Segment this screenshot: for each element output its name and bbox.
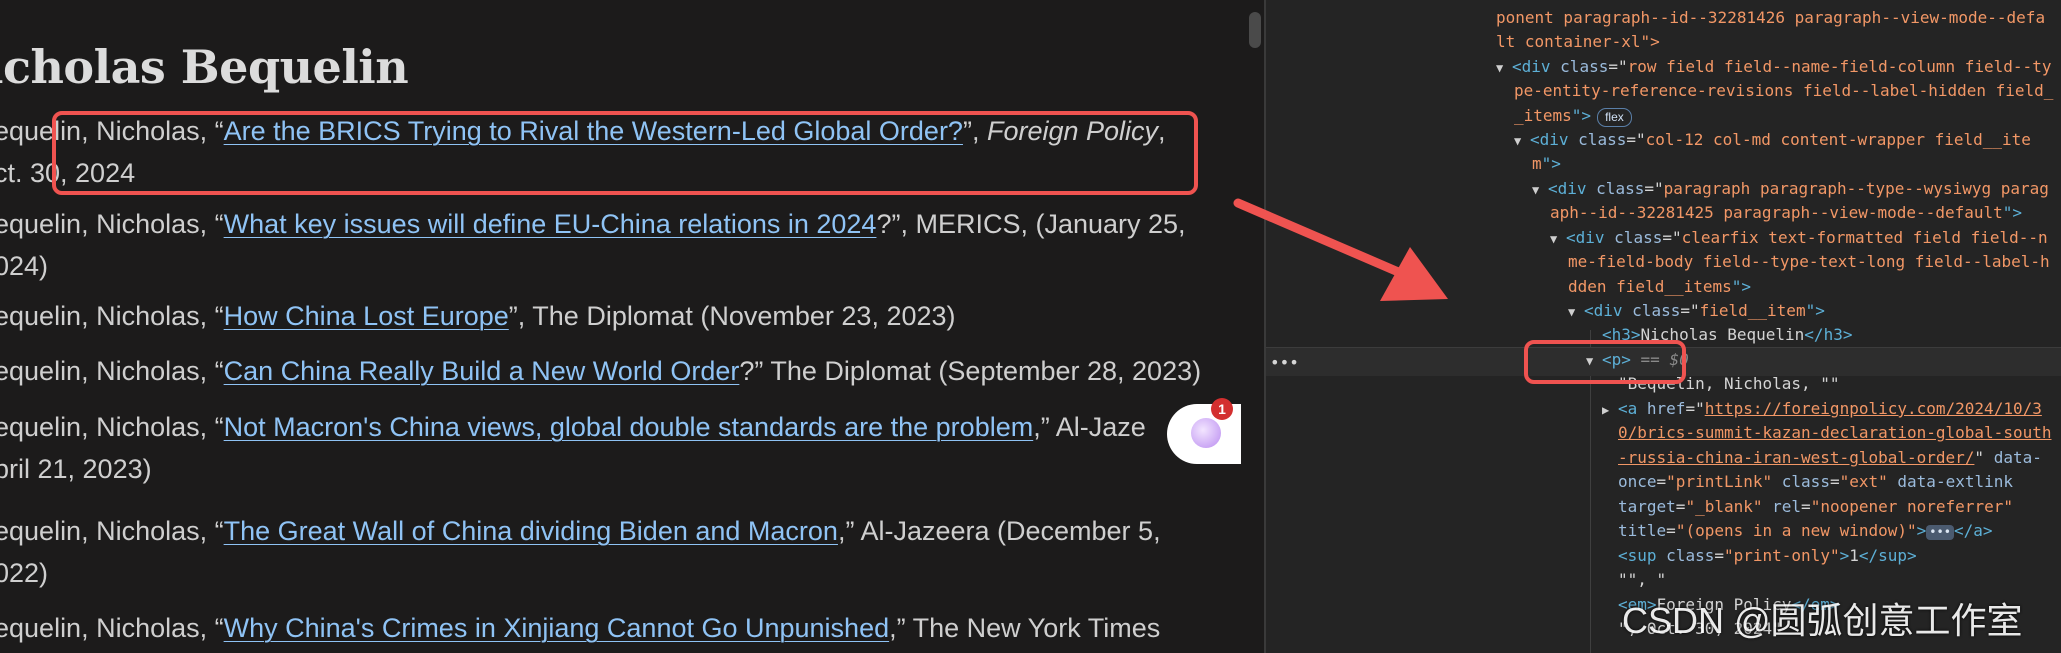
entry-suffix: ?” The Diplomat (September 28, 2023) (739, 356, 1202, 386)
entry-author: equelin, Nicholas, “ (0, 301, 224, 331)
dom-node-col-div[interactable]: ▼ <div class="col-12 col-md content-wrapp… (1514, 128, 2031, 154)
assistant-widget[interactable]: 1 (1167, 398, 1241, 464)
article-link[interactable]: Why China's Crimes in Xinjiang Cannot Go… (224, 613, 889, 643)
article-link[interactable]: Can China Really Build a New World Order (224, 356, 740, 386)
expand-triangle-icon[interactable]: ▼ (1496, 56, 1512, 81)
highlight-box (1524, 340, 1686, 384)
lightbulb-icon (1191, 418, 1221, 448)
dom-text-node[interactable]: "", " (1618, 568, 1666, 593)
annotation-arrow-icon (1233, 198, 1448, 301)
dom-line[interactable]: _items"> flex (1514, 104, 1632, 129)
entry-author: equelin, Nicholas, “ (0, 516, 224, 546)
dom-line[interactable]: once="printLink" class="ext" data-extlin… (1618, 470, 2013, 495)
dom-line[interactable]: lt container-xl"> (1496, 30, 1660, 55)
page-title: icholas Bequelin (0, 40, 409, 94)
entry-suffix: ”, The Diplomat (November 23, 2023) (508, 301, 956, 331)
dom-line[interactable]: -russia-china-iran-west-global-order/" d… (1618, 446, 2042, 471)
page-scrollbar[interactable] (1246, 0, 1264, 653)
entry-date: pril 21, 2023) (0, 454, 152, 484)
list-item: equelin, Nicholas, “What key issues will… (0, 203, 1234, 287)
dom-line[interactable]: ponent paragraph--id--32281426 paragraph… (1496, 6, 2045, 31)
ellipsis-badge[interactable]: ••• (1926, 525, 1954, 540)
entry-date: 024) (0, 251, 49, 281)
list-item: equelin, Nicholas, “Why China's Crimes i… (0, 607, 1234, 649)
article-link[interactable]: The Great Wall of China dividing Biden a… (224, 516, 838, 546)
rendered-page: icholas Bequelin equelin, Nicholas, “Are… (0, 0, 1242, 653)
dom-line[interactable]: me-field-body field--type-text-long fiel… (1568, 250, 2050, 275)
list-item: equelin, Nicholas, “The Great Wall of Ch… (0, 510, 1234, 594)
dom-node-a[interactable]: ▶ <a href="https://foreignpolicy.com/2024… (1602, 397, 2042, 423)
dom-node-sup[interactable]: <sup class="print-only">1</sup> (1618, 544, 1917, 569)
dom-line[interactable]: dden field__items"> (1568, 275, 1751, 300)
entry-suffix: ,” The New York Times (889, 613, 1161, 643)
entry-suffix: ,” Al-Jazeera (December 5, (837, 516, 1161, 546)
expand-triangle-icon[interactable]: ▼ (1532, 178, 1548, 203)
expand-triangle-icon[interactable]: ▼ (1568, 300, 1584, 325)
entry-date: 022) (0, 558, 49, 588)
dom-line[interactable]: pe-entity-reference-revisions field--lab… (1514, 79, 2053, 104)
list-item: equelin, Nicholas, “Not Macron's China v… (0, 406, 1234, 490)
dom-node-field-item[interactable]: ▼ <div class="field__item"> (1568, 299, 1825, 325)
article-link[interactable]: What key issues will define EU-China rel… (224, 209, 877, 239)
expand-triangle-icon[interactable]: ▼ (1550, 227, 1566, 252)
watermark: CSDN @圆弧创意工作室 (1622, 600, 2023, 641)
entry-author: equelin, Nicholas, “ (0, 356, 224, 386)
more-options-icon[interactable]: ••• (1270, 351, 1299, 376)
scrollbar-thumb[interactable] (1249, 12, 1261, 48)
list-item: equelin, Nicholas, “Can China Really Bui… (0, 350, 1234, 392)
flex-badge[interactable]: flex (1597, 108, 1632, 127)
article-link[interactable]: Not Macron's China views, global double … (224, 412, 1034, 442)
dom-line[interactable]: target="_blank" rel="noopener noreferrer… (1618, 495, 2013, 520)
entry-suffix: ?”, MERICS, (January 25, (876, 209, 1186, 239)
collapse-triangle-icon[interactable]: ▶ (1602, 398, 1618, 423)
devtools-elements-panel: ••• ponent paragraph--id--32281426 parag… (1266, 0, 2061, 653)
entry-author: equelin, Nicholas, “ (0, 209, 224, 239)
dom-line[interactable]: aph--id--32281425 paragraph--view-mode--… (1550, 201, 2022, 226)
list-item: equelin, Nicholas, “How China Lost Europ… (0, 295, 1234, 337)
entry-author: equelin, Nicholas, “ (0, 412, 224, 442)
highlight-box (52, 111, 1198, 195)
dom-line[interactable]: m"> (1532, 152, 1561, 177)
entry-author: equelin, Nicholas, “ (0, 613, 224, 643)
expand-triangle-icon[interactable]: ▼ (1514, 129, 1530, 154)
notification-badge: 1 (1211, 398, 1233, 420)
dom-line[interactable]: title="(opens in a new window)"> ••• </a> (1618, 519, 1993, 544)
dom-node-row-div[interactable]: ▼ <div class="row field field--name-field… (1496, 55, 2051, 81)
dom-node-paragraph-div[interactable]: ▼ <div class="paragraph paragraph--type--… (1532, 177, 2049, 203)
dom-line[interactable]: 0/brics-summit-kazan-declaration-global-… (1618, 421, 2051, 446)
dom-node-clearfix-div[interactable]: ▼ <div class="clearfix text-formatted fie… (1550, 226, 2048, 252)
article-link[interactable]: How China Lost Europe (224, 301, 509, 331)
entry-suffix: ,” Al-Jaze (1033, 412, 1146, 442)
